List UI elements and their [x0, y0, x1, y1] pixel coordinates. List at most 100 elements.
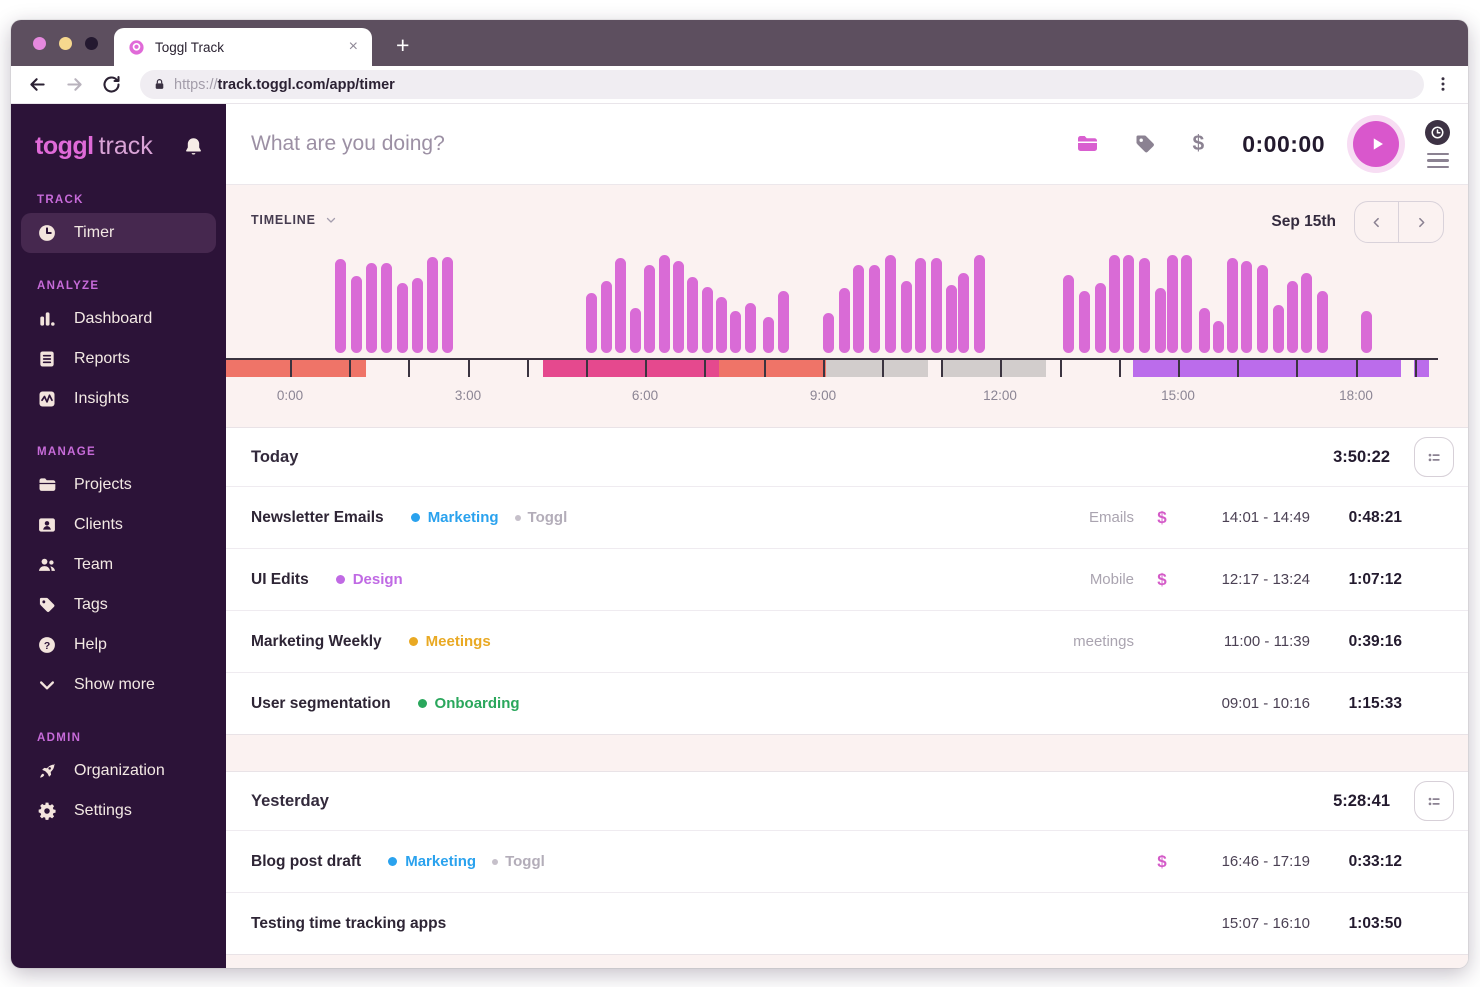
timeline-activity-bar — [1109, 255, 1120, 353]
time-entry-row[interactable]: Testing time tracking apps 15:07 - 16:10 1… — [226, 892, 1468, 954]
billable-toggle-icon[interactable]: $ — [1193, 132, 1205, 156]
prev-day-button[interactable] — [1355, 202, 1399, 242]
sidebar-item-projects[interactable]: Projects — [11, 465, 226, 505]
group-total-duration: 5:28:41 — [1333, 791, 1390, 810]
forward-icon[interactable] — [64, 74, 85, 95]
browser-titlebar: Toggl Track × + — [11, 20, 1468, 66]
time-entry-row[interactable]: UI Edits Design Mobile $12:17 - 13:24 1:07:1… — [226, 548, 1468, 610]
timeline-activity-bar — [1227, 258, 1238, 353]
sidebar-item-organization[interactable]: Organization — [11, 751, 226, 791]
pulse-icon — [37, 389, 57, 409]
address-bar[interactable]: https://track.toggl.com/app/timer — [140, 70, 1424, 99]
sidebar-item-settings[interactable]: Settings — [11, 791, 226, 831]
project-dot — [388, 857, 398, 866]
url-scheme: https:// — [174, 76, 218, 93]
sidebar-item-team[interactable]: Team — [11, 545, 226, 585]
timer-mode-icon[interactable] — [1425, 119, 1450, 145]
timeline-selector[interactable]: TIMELINE — [251, 213, 337, 227]
hour-tick — [763, 358, 766, 377]
timeline-activity-bar — [778, 291, 789, 353]
axis-label: 0:00 — [276, 388, 304, 403]
tab-close-icon[interactable]: × — [349, 38, 358, 56]
group-list-view-button[interactable] — [1414, 437, 1454, 477]
browser-menu-icon[interactable] — [1434, 75, 1452, 95]
entry-details: Mobile $12:17 - 13:24 1:07:12 — [974, 570, 1402, 590]
main-content: $ 0:00:00 TIMELINE — [226, 104, 1468, 968]
people-icon — [37, 555, 57, 575]
entry-duration: 1:03:50 — [1348, 914, 1402, 932]
sidebar-item-label: Dashboard — [74, 310, 153, 327]
browser-tab[interactable]: Toggl Track × — [114, 28, 372, 66]
new-tab-button[interactable]: + — [396, 34, 409, 57]
sidebar-item-help[interactable]: ? Help — [11, 625, 226, 665]
timer-topbar: $ 0:00:00 — [226, 104, 1468, 184]
group-list-view-button[interactable] — [1414, 781, 1454, 821]
hour-tick — [941, 358, 944, 377]
timer-display: 0:00:00 — [1242, 130, 1325, 157]
timeline-activity-bar — [901, 281, 912, 353]
sidebar-item-label: Insights — [74, 390, 130, 407]
id-card-icon — [37, 515, 57, 535]
entry-time-range: 14:01 - 14:49 — [1221, 509, 1310, 526]
entry-project: Onboarding — [417, 695, 520, 712]
bell-icon[interactable] — [183, 136, 204, 157]
hour-tick — [882, 358, 884, 377]
date-nav — [1354, 201, 1444, 243]
sidebar-item-show-more[interactable]: Show more — [11, 665, 226, 705]
sidebar-item-dashboard[interactable]: Dashboard — [11, 299, 226, 339]
sidebar-item-reports[interactable]: Reports — [11, 339, 226, 379]
project-picker-folder-icon[interactable] — [1075, 132, 1099, 156]
time-entry-row[interactable]: Newsletter Emails Marketing Toggl Emails $14… — [226, 486, 1468, 548]
axis-label: 3:00 — [454, 388, 482, 403]
toggl-logo[interactable]: toggl track — [35, 132, 153, 161]
sidebar-item-clients[interactable]: Clients — [11, 505, 226, 545]
logo-row: toggl track — [11, 104, 226, 167]
refresh-icon[interactable] — [101, 74, 122, 95]
manual-mode-icon[interactable] — [1426, 152, 1449, 169]
window-control-close[interactable] — [33, 37, 46, 50]
timeline-activity-bar — [1063, 275, 1074, 353]
billable-icon: $ — [1157, 851, 1167, 871]
nav-section-manage: MANAGE — [37, 446, 96, 458]
entry-time-range: 12:17 - 13:24 — [1221, 571, 1310, 588]
project-name: Marketing — [405, 853, 477, 870]
back-icon[interactable] — [27, 74, 48, 95]
entry-client: Toggl — [514, 509, 567, 526]
sidebar-item-timer[interactable]: Timer — [21, 213, 216, 253]
project-name: Design — [352, 571, 403, 588]
entry-duration: 0:48:21 — [1348, 508, 1402, 526]
hour-tick — [645, 358, 648, 377]
hour-tick — [704, 358, 707, 377]
sidebar-item-label: Settings — [74, 802, 132, 819]
time-entry-row[interactable]: Blog post draft Marketing Toggl $16:46 - 17… — [226, 830, 1468, 892]
timeline-activity-bar — [366, 263, 377, 353]
sidebar: toggl track TRACK Timer ANALYZE Dashboard Rep… — [11, 104, 226, 968]
client-dot — [514, 514, 521, 521]
timeline-activity-bar — [1257, 265, 1268, 353]
entry-duration: 1:15:33 — [1348, 694, 1402, 712]
svg-text:?: ? — [44, 641, 50, 652]
sidebar-item-label: Team — [74, 556, 114, 573]
time-entry-row[interactable]: Marketing Weekly Meetings meetings 11:00 - … — [226, 610, 1468, 672]
timeline-activity-bar — [702, 287, 713, 353]
timeline-activity-bar — [601, 281, 612, 353]
tag-picker-icon[interactable] — [1133, 132, 1157, 156]
window-control-maximize[interactable] — [85, 37, 98, 50]
next-day-button[interactable] — [1399, 202, 1443, 242]
sidebar-item-tags[interactable]: Tags — [11, 585, 226, 625]
time-entry-row[interactable]: User segmentation Onboarding 09:01 - 10:16… — [226, 672, 1468, 734]
entry-time-range: 15:07 - 16:10 — [1221, 915, 1310, 932]
timeline-segment — [226, 360, 366, 377]
sidebar-item-label: Timer — [74, 224, 115, 241]
entry-description: Blog post draft — [251, 852, 362, 870]
task-description-input[interactable] — [251, 132, 1041, 156]
start-timer-button[interactable] — [1353, 121, 1399, 167]
window-control-minimize[interactable] — [59, 37, 72, 50]
entry-details: meetings 11:00 - 11:39 0:39:16 — [974, 633, 1402, 651]
clock-icon — [37, 223, 57, 243]
hour-tick — [1059, 358, 1062, 377]
billable-icon: $ — [1157, 507, 1167, 527]
sidebar-item-insights[interactable]: Insights — [11, 379, 226, 419]
timeline-activity-bar — [1079, 291, 1090, 353]
entry-group-yesterday: Yesterday 5:28:41 Blog post draft Marketing… — [226, 771, 1468, 955]
